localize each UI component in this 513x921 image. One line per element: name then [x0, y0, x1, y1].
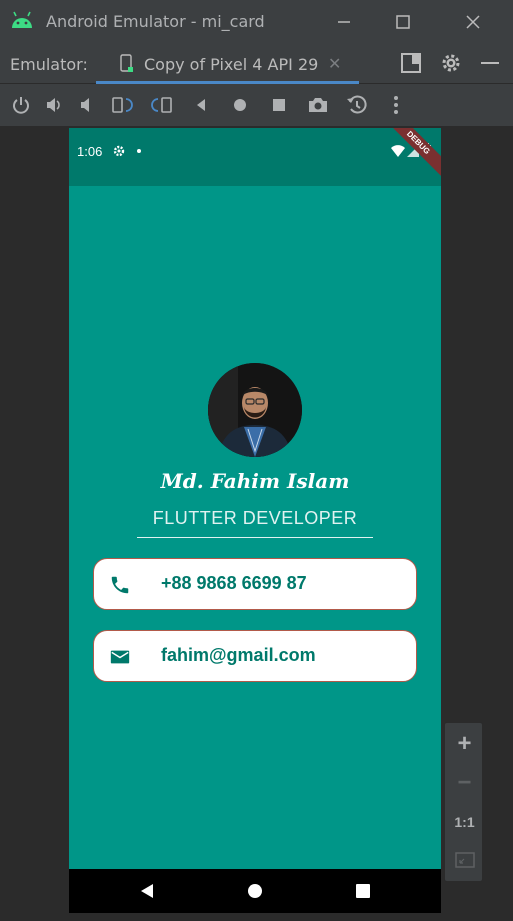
overview-icon [273, 99, 285, 111]
android-icon [12, 11, 32, 28]
minimize-icon [338, 21, 350, 23]
window-title: Android Emulator - mi_card [46, 12, 265, 31]
rotate-right-button[interactable] [150, 93, 174, 117]
zoom-out-button[interactable]: − [445, 764, 484, 802]
snapshot-icon [347, 95, 367, 114]
volume-up-icon [47, 98, 60, 112]
phone-number: +88 9868 6699 87 [161, 573, 307, 593]
profile-photo [208, 363, 302, 457]
wifi-icon [391, 145, 405, 157]
rotate-right-icon [151, 97, 172, 113]
email-icon [110, 650, 130, 664]
settings-gear-icon[interactable] [440, 52, 462, 74]
minimize-button[interactable] [328, 8, 360, 36]
settings-status-icon [113, 145, 125, 157]
zoom-in-button[interactable]: + [445, 725, 484, 763]
nav-recents-icon [356, 884, 370, 898]
more-options-button[interactable] [384, 93, 408, 117]
nav-back-button[interactable] [137, 881, 157, 901]
snapshot-button[interactable] [345, 93, 369, 117]
rotate-left-icon [112, 97, 133, 113]
emulator-toolbar [0, 85, 513, 125]
overview-button[interactable] [267, 93, 291, 117]
status-time: 1:06 [77, 144, 103, 159]
profile-role: FLUTTER DEVELOPER [152, 508, 358, 528]
android-nav-bar [69, 869, 441, 913]
home-button[interactable] [228, 93, 252, 117]
zoom-panel: + − 1:1 [444, 722, 483, 882]
back-icon [197, 99, 205, 111]
maximize-button[interactable] [387, 8, 419, 36]
back-button[interactable] [189, 93, 213, 117]
window-mode-icon[interactable] [400, 52, 422, 74]
maximize-icon [396, 15, 410, 29]
email-address: fahim@gmail.com [161, 645, 316, 665]
volume-down-icon [81, 98, 89, 112]
volume-down-button[interactable] [75, 93, 99, 117]
tab-device[interactable]: Copy of Pixel 4 API 29 ✕ [96, 44, 359, 84]
profile-avatar [208, 363, 302, 457]
email-card[interactable]: fahim@gmail.com [93, 630, 417, 682]
phone-card[interactable]: +88 9868 6699 87 [93, 558, 417, 610]
nav-home-icon [248, 884, 262, 898]
screenshot-button[interactable] [306, 93, 330, 117]
phone-icon [111, 576, 129, 594]
home-icon [234, 99, 246, 111]
close-icon [466, 15, 480, 29]
emulator-tabbar: Emulator: Copy of Pixel 4 API 29 ✕ [0, 44, 513, 84]
notification-dot-icon [137, 149, 141, 153]
zoom-1to1-button[interactable]: 1:1 [445, 803, 484, 841]
tab-close-icon[interactable]: ✕ [328, 54, 341, 73]
hide-panel-icon[interactable] [479, 52, 501, 74]
tab-label: Copy of Pixel 4 API 29 [144, 55, 319, 74]
more-vertical-icon [394, 96, 398, 114]
power-button[interactable] [9, 93, 33, 117]
device-screen[interactable]: 1:06 DEBUG Md. Fahim Islam FLUTTER DEVEL… [69, 128, 441, 913]
status-bar: 1:06 DEBUG [69, 128, 441, 186]
power-icon [13, 97, 29, 114]
window-titlebar: Android Emulator - mi_card [0, 0, 513, 44]
camera-icon [309, 98, 327, 112]
nav-recents-button[interactable] [353, 881, 373, 901]
nav-home-button[interactable] [245, 881, 265, 901]
divider [137, 537, 373, 538]
zoom-fit-button[interactable] [445, 841, 484, 879]
fit-screen-icon [454, 852, 475, 868]
nav-back-icon [141, 884, 153, 898]
close-window-button[interactable] [457, 8, 489, 36]
device-icon [120, 54, 133, 72]
profile-name: Md. Fahim Islam [160, 469, 350, 493]
rotate-left-button[interactable] [111, 93, 135, 117]
emulator-label: Emulator: [10, 55, 88, 74]
volume-up-button[interactable] [42, 93, 66, 117]
